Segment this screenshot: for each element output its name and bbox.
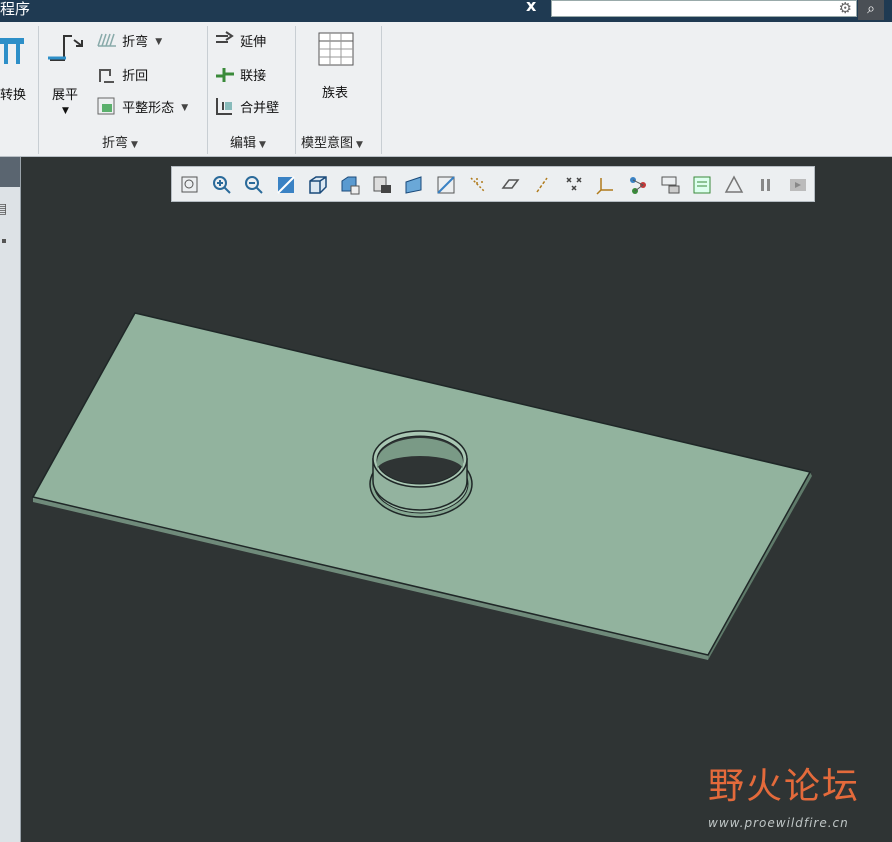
pause-icon[interactable] <box>755 174 777 196</box>
spin-center-icon[interactable] <box>627 174 649 196</box>
perspective-icon[interactable] <box>403 174 425 196</box>
view-toolbar <box>171 166 815 202</box>
plane-display-icon[interactable] <box>499 174 521 196</box>
zoom-in-icon[interactable] <box>211 174 233 196</box>
toggle-icon[interactable] <box>787 174 809 196</box>
saved-views-icon[interactable] <box>339 174 361 196</box>
refit-icon[interactable] <box>179 174 201 196</box>
display-style-icon[interactable] <box>307 174 329 196</box>
zoom-out-icon[interactable] <box>243 174 265 196</box>
view-manager-icon[interactable] <box>371 174 393 196</box>
point-display-icon[interactable] <box>563 174 585 196</box>
watermark-brand: 野火论坛 <box>708 766 861 807</box>
repaint-icon[interactable] <box>275 174 297 196</box>
watermark-url: www.proewildfire.cn <box>708 816 849 830</box>
section-icon[interactable] <box>435 174 457 196</box>
axis-display-icon[interactable] <box>531 174 553 196</box>
sheetmetal-model[interactable] <box>0 0 892 842</box>
datum-display-icon[interactable] <box>467 174 489 196</box>
annotation-display-icon[interactable] <box>659 174 681 196</box>
note-display-icon[interactable] <box>691 174 713 196</box>
appearance-icon[interactable] <box>723 174 745 196</box>
csys-display-icon[interactable] <box>595 174 617 196</box>
